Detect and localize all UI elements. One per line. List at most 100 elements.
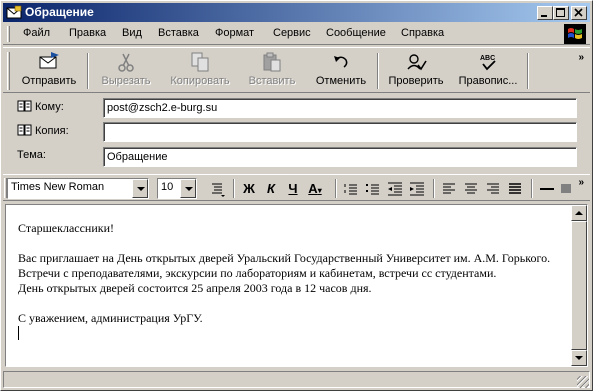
message-body[interactable]: Старшеклассники! Вас приглашает на День …: [5, 204, 588, 367]
font-color-button[interactable]: A▾: [305, 179, 325, 198]
message-text[interactable]: Старшеклассники! Вас приглашает на День …: [18, 221, 563, 342]
underline-button[interactable]: Ч: [283, 179, 303, 198]
title-bar[interactable]: Обращение: [3, 3, 590, 22]
text-caret: [18, 326, 19, 340]
status-bar: [3, 370, 590, 389]
italic-button[interactable]: К: [261, 179, 281, 198]
menu-edit[interactable]: Правка: [69, 27, 106, 39]
font-name-select[interactable]: Times New Roman: [7, 178, 149, 199]
toolbar-separator: [527, 53, 529, 89]
body-greeting: Старшеклассники!: [18, 221, 115, 235]
insert-image-button[interactable]: [559, 179, 573, 198]
menu-message[interactable]: Сообщение: [326, 27, 386, 39]
justify-icon: [509, 183, 521, 194]
formatting-overflow-chevron-icon[interactable]: »: [578, 177, 584, 188]
toolbar-grip[interactable]: [7, 52, 10, 90]
align-left-icon: [443, 183, 455, 194]
vertical-scrollbar[interactable]: [571, 205, 587, 366]
align-left-button[interactable]: [439, 179, 459, 198]
minimize-icon: [541, 15, 547, 17]
paste-label: Вставить: [248, 75, 296, 87]
scissors-icon: [118, 53, 134, 72]
to-row: Кому: post@zsch2.e-burg.su: [3, 96, 590, 118]
paste-button[interactable]: Вставить: [243, 51, 301, 91]
menu-grip[interactable]: [7, 26, 10, 42]
subject-label: Тема:: [17, 149, 46, 161]
status-pane: [3, 371, 590, 388]
horizontal-line-button[interactable]: [537, 179, 557, 198]
justify-button[interactable]: [505, 179, 525, 198]
minimize-button[interactable]: [537, 6, 553, 20]
menu-help[interactable]: Справка: [401, 27, 444, 39]
spelling-label: Правопис...: [458, 75, 518, 87]
numbered-list-icon: [344, 184, 357, 195]
format-separator: [233, 179, 235, 198]
address-book-icon: [17, 124, 32, 136]
font-size-value: 10: [161, 181, 174, 193]
paste-icon: [263, 52, 281, 72]
align-center-button[interactable]: [461, 179, 481, 198]
paragraph-style-button[interactable]: [207, 179, 227, 198]
size-dropdown-arrow-icon[interactable]: [180, 179, 196, 198]
scroll-down-arrow-icon[interactable]: [571, 350, 587, 366]
send-label: Отправить: [21, 75, 77, 87]
font-name-value: Times New Roman: [11, 181, 105, 193]
spelling-button[interactable]: ABC Правопис...: [453, 51, 523, 91]
format-separator: [433, 179, 435, 198]
menu-insert[interactable]: Вставка: [158, 27, 199, 39]
subject-field[interactable]: Обращение: [103, 147, 577, 167]
menu-tools[interactable]: Сервис: [273, 27, 311, 39]
bulleted-list-button[interactable]: [363, 179, 383, 198]
formatting-toolbar: Times New Roman 10 Ж К Ч A▾ »: [3, 174, 590, 201]
undo-button[interactable]: Отменить: [309, 51, 373, 91]
menu-bar: Файл Правка Вид Вставка Формат Сервис Со…: [3, 23, 590, 45]
check-names-label: Проверить: [388, 75, 444, 87]
underline-letter: Ч: [288, 181, 298, 196]
menu-file[interactable]: Файл: [23, 27, 50, 39]
increase-indent-icon: [410, 182, 424, 196]
cc-field[interactable]: [103, 122, 577, 142]
scroll-up-arrow-icon[interactable]: [571, 205, 587, 221]
menu-view[interactable]: Вид: [122, 27, 142, 39]
close-button[interactable]: [571, 6, 587, 20]
maximize-button[interactable]: [553, 6, 569, 20]
horizontal-line-icon: [540, 188, 554, 190]
cc-row: Копия:: [3, 120, 590, 142]
bold-button[interactable]: Ж: [239, 179, 259, 198]
to-label[interactable]: Кому:: [17, 100, 64, 113]
undo-label: Отменить: [315, 75, 367, 87]
menu-format[interactable]: Формат: [215, 27, 254, 39]
to-field[interactable]: post@zsch2.e-burg.su: [103, 98, 577, 118]
scroll-thumb[interactable]: [571, 221, 587, 350]
toolbar-separator: [377, 53, 379, 89]
image-icon: [561, 184, 571, 193]
window-title: Обращение: [25, 5, 94, 19]
copy-button[interactable]: Копировать: [165, 51, 235, 91]
paragraph-style-icon: [212, 183, 225, 197]
copy-label: Копировать: [170, 75, 230, 87]
check-names-button[interactable]: Проверить: [383, 51, 449, 91]
spellcheck-icon: ABC: [480, 55, 496, 71]
body-paragraph-1: Вас приглашает на День открытых дверей У…: [18, 251, 551, 280]
body-paragraph-2: День открытых дверей состоится 25 апреля…: [18, 281, 372, 295]
copy-icon: [191, 52, 209, 72]
bulleted-list-icon: [366, 184, 379, 195]
cc-label-text: Копия:: [35, 125, 69, 137]
to-label-text: Кому:: [35, 101, 64, 113]
cc-label[interactable]: Копия:: [17, 124, 69, 137]
align-center-icon: [465, 183, 477, 194]
font-dropdown-arrow-icon[interactable]: [132, 179, 148, 198]
format-separator: [335, 179, 337, 198]
send-button[interactable]: Отправить: [17, 51, 81, 91]
numbered-list-button[interactable]: [341, 179, 361, 198]
increase-indent-button[interactable]: [407, 179, 427, 198]
decrease-indent-button[interactable]: [385, 179, 405, 198]
font-color-letter: A: [308, 181, 318, 196]
message-headers: Кому: post@zsch2.e-burg.su Копия: Тема: …: [3, 94, 590, 170]
cut-button[interactable]: Вырезать: [95, 51, 157, 91]
align-right-button[interactable]: [483, 179, 503, 198]
resize-grip-icon[interactable]: [577, 376, 589, 388]
font-size-select[interactable]: 10: [157, 178, 197, 199]
toolbar-overflow-chevron-icon[interactable]: »: [578, 52, 584, 63]
send-icon: [39, 52, 59, 69]
